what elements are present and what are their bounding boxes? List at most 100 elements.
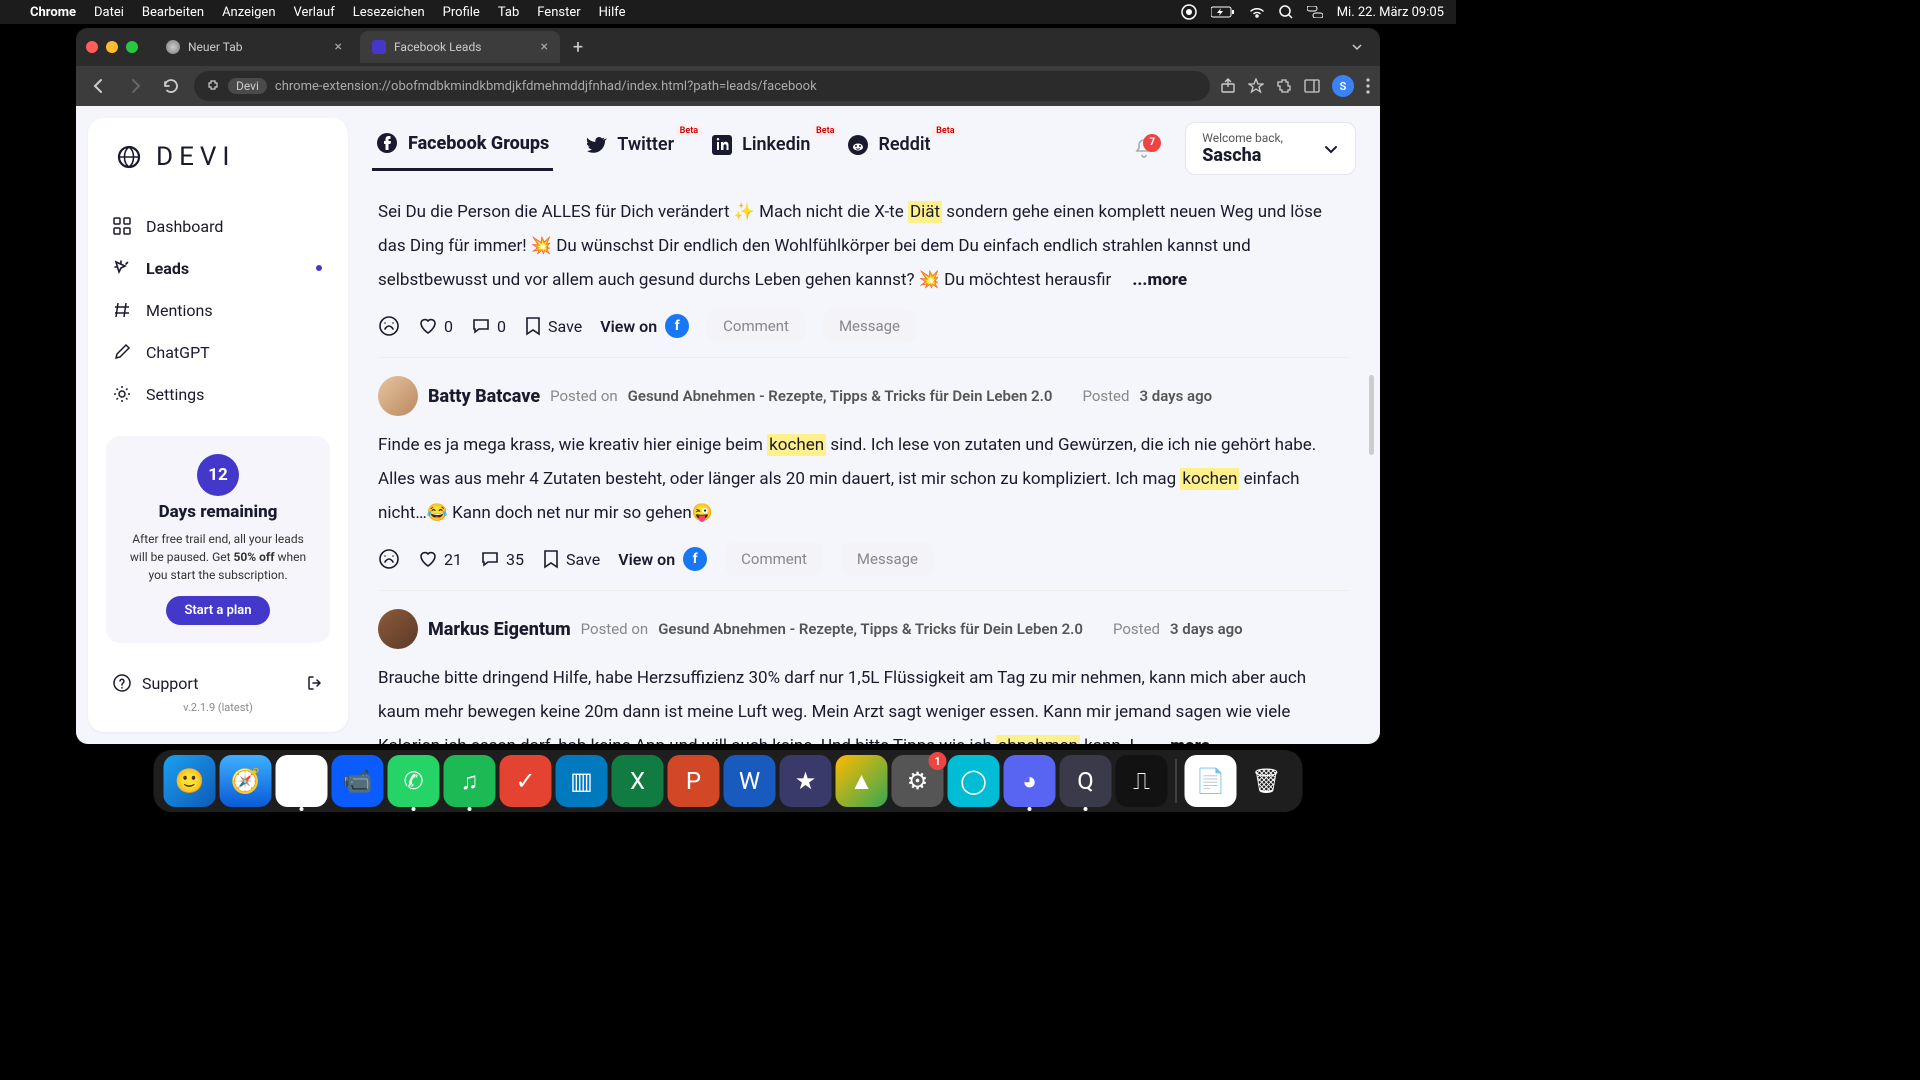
- author-avatar[interactable]: [378, 609, 418, 649]
- nav-reload-button[interactable]: [158, 73, 184, 99]
- dock-app-pages[interactable]: 📄: [1185, 755, 1237, 807]
- tabs-dropdown[interactable]: [1350, 40, 1370, 54]
- menubar-app-name[interactable]: Chrome: [30, 5, 76, 20]
- tab-close-icon[interactable]: ×: [335, 39, 342, 55]
- logout-icon[interactable]: [306, 674, 324, 692]
- author-name[interactable]: Markus Eigentum: [428, 619, 571, 640]
- dock-app-zoom[interactable]: 📹: [332, 755, 384, 807]
- chrome-menu-icon[interactable]: [1366, 78, 1370, 94]
- dock-app-trash[interactable]: 🗑: [1241, 755, 1293, 807]
- search-icon[interactable]: [1279, 5, 1293, 19]
- menu-verlauf[interactable]: Verlauf: [294, 5, 335, 20]
- record-icon[interactable]: [1181, 4, 1197, 20]
- dock-app-chrome[interactable]: ◉: [276, 755, 328, 807]
- dock-app-excel[interactable]: X: [612, 755, 664, 807]
- dock-app-whatsapp[interactable]: ✆: [388, 755, 440, 807]
- author-avatar[interactable]: [378, 376, 418, 416]
- message-button[interactable]: Message: [823, 309, 916, 343]
- tab-close-icon[interactable]: ×: [541, 39, 548, 55]
- start-plan-button[interactable]: Start a plan: [166, 596, 269, 625]
- support-label[interactable]: Support: [142, 674, 198, 693]
- dismiss-button[interactable]: [378, 548, 400, 570]
- menu-datei[interactable]: Datei: [94, 5, 124, 20]
- like-count[interactable]: 21: [418, 549, 462, 569]
- tab-label: Facebook Leads: [394, 40, 481, 54]
- facebook-icon: [376, 132, 398, 154]
- nav-mentions[interactable]: Mentions: [88, 290, 348, 330]
- nav-forward-button[interactable]: [122, 73, 148, 99]
- new-tab-button[interactable]: +: [566, 35, 590, 59]
- window-minimize[interactable]: [106, 41, 118, 53]
- bookmark-star-icon[interactable]: [1248, 78, 1264, 94]
- message-button[interactable]: Message: [841, 542, 934, 576]
- dock-badge: 1: [929, 752, 947, 770]
- like-count[interactable]: 0: [418, 316, 453, 336]
- comment-count[interactable]: 0: [471, 316, 506, 336]
- menu-profile[interactable]: Profile: [443, 5, 480, 20]
- notifications-bell[interactable]: 7: [1133, 138, 1155, 160]
- control-center-icon[interactable]: [1307, 6, 1323, 18]
- menu-tab[interactable]: Tab: [498, 5, 519, 20]
- nav-dashboard[interactable]: Dashboard: [88, 206, 348, 246]
- dock-app-todoist[interactable]: ✓: [500, 755, 552, 807]
- group-link[interactable]: Gesund Abnehmen - Rezepte, Tipps & Trick…: [628, 387, 1053, 405]
- source-tab-reddit[interactable]: Reddit Beta: [844, 128, 934, 169]
- user-menu[interactable]: Welcome back, Sascha: [1185, 122, 1356, 175]
- sidepanel-icon[interactable]: [1304, 78, 1320, 94]
- comment-button[interactable]: Comment: [725, 542, 823, 576]
- menu-lesezeichen[interactable]: Lesezeichen: [353, 5, 425, 20]
- save-button[interactable]: Save: [524, 316, 582, 336]
- menu-bearbeiten[interactable]: Bearbeiten: [142, 5, 204, 20]
- menubar-clock[interactable]: Mi. 22. März 09:05: [1337, 5, 1444, 20]
- posted-time-prefix: Posted: [1082, 387, 1129, 405]
- menu-hilfe[interactable]: Hilfe: [599, 5, 626, 20]
- extensions-icon[interactable]: [1276, 78, 1292, 94]
- view-on-facebook-link[interactable]: View onf: [618, 547, 707, 571]
- expand-more-link[interactable]: ...more: [1132, 270, 1187, 290]
- source-tab-facebook[interactable]: Facebook Groups: [372, 126, 553, 171]
- feed[interactable]: Sei Du die Person die ALLES für Dich ver…: [348, 175, 1380, 744]
- dock-app-discord[interactable]: ◕: [1004, 755, 1056, 807]
- dock-app-imovie[interactable]: ★: [780, 755, 832, 807]
- view-on-facebook-link[interactable]: View onf: [600, 314, 689, 338]
- battery-icon[interactable]: [1211, 6, 1235, 18]
- nav-settings[interactable]: Settings: [88, 374, 348, 414]
- tab-facebook-leads[interactable]: Facebook Leads ×: [360, 31, 560, 63]
- wifi-icon[interactable]: [1249, 6, 1265, 18]
- menu-anzeigen[interactable]: Anzeigen: [222, 5, 275, 20]
- dock-app-voice-memos[interactable]: ⎍: [1116, 755, 1168, 807]
- share-icon[interactable]: [1220, 78, 1236, 94]
- menubar-status-icons: Mi. 22. März 09:05: [1181, 4, 1444, 20]
- profile-avatar[interactable]: S: [1332, 75, 1354, 97]
- source-tab-twitter[interactable]: Twitter Beta: [583, 128, 678, 169]
- scrollbar-thumb[interactable]: [1369, 375, 1374, 455]
- dock-app-app-teal[interactable]: ◯: [948, 755, 1000, 807]
- comment-count[interactable]: 35: [480, 549, 524, 569]
- window-close[interactable]: [86, 41, 98, 53]
- dock-app-drive[interactable]: ▲: [836, 755, 888, 807]
- nav-chatgpt[interactable]: ChatGPT: [88, 332, 348, 372]
- dismiss-button[interactable]: [378, 315, 400, 337]
- menu-fenster[interactable]: Fenster: [537, 5, 580, 20]
- tab-label: Facebook Groups: [408, 133, 549, 154]
- dock-app-word[interactable]: W: [724, 755, 776, 807]
- dock-app-finder[interactable]: 🙂: [164, 755, 216, 807]
- save-button[interactable]: Save: [542, 549, 600, 569]
- dock-app-trello[interactable]: ▥: [556, 755, 608, 807]
- dock-app-spotify[interactable]: ♫: [444, 755, 496, 807]
- omnibox[interactable]: Devi chrome-extension://obofmdbkmindkbmd…: [194, 71, 1210, 101]
- dock-app-safari[interactable]: 🧭: [220, 755, 272, 807]
- group-link[interactable]: Gesund Abnehmen - Rezepte, Tipps & Trick…: [658, 620, 1083, 638]
- facebook-icon: f: [683, 547, 707, 571]
- dock-app-systemsettings[interactable]: ⚙1: [892, 755, 944, 807]
- nav-back-button[interactable]: [86, 73, 112, 99]
- author-name[interactable]: Batty Batcave: [428, 386, 540, 407]
- tab-neuer-tab[interactable]: Neuer Tab ×: [154, 31, 354, 63]
- nav-leads[interactable]: Leads: [88, 248, 348, 288]
- source-tab-linkedin[interactable]: Linkedin Beta: [708, 128, 814, 169]
- dock-app-powerpoint[interactable]: P: [668, 755, 720, 807]
- comment-button[interactable]: Comment: [707, 309, 805, 343]
- dock-app-quicktime[interactable]: Q: [1060, 755, 1112, 807]
- expand-more-link[interactable]: ...more: [1155, 736, 1210, 744]
- window-maximize[interactable]: [126, 41, 138, 53]
